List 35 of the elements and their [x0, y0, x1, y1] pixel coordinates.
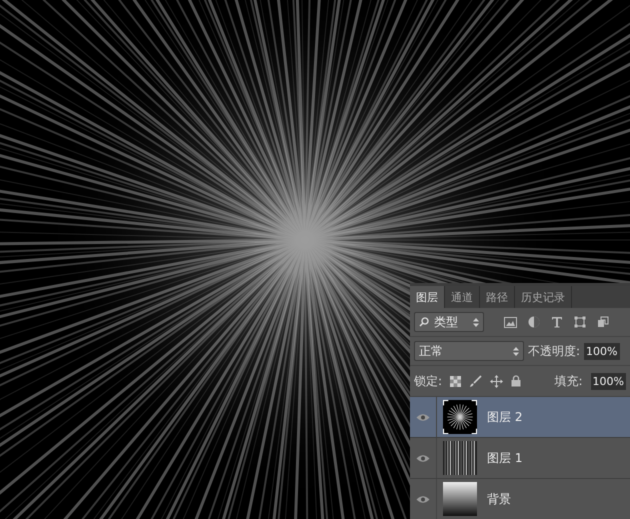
layer-row[interactable]: 图层 2 [410, 397, 630, 438]
filter-dropdown[interactable]: 类型 [414, 312, 484, 332]
panel-tab[interactable]: 通道 [445, 286, 480, 308]
opacity-label: 不透明度: [528, 342, 580, 360]
up-down-caret-icon [513, 346, 519, 356]
move-icon[interactable] [490, 374, 504, 388]
search-icon [419, 317, 429, 327]
panel-tab[interactable]: 路径 [480, 286, 515, 308]
eye-icon[interactable] [416, 454, 430, 462]
eye-icon[interactable] [416, 412, 430, 422]
layer-row[interactable]: 图层 1 [410, 438, 630, 479]
starburst-thumbnail [443, 400, 477, 434]
smart-object-filter-icon[interactable] [597, 316, 609, 328]
fill-label: 填充: [554, 372, 583, 390]
lock-pixels-icon[interactable] [450, 376, 462, 386]
lock-icon[interactable] [511, 375, 522, 387]
layer-name: 图层 1 [487, 450, 522, 466]
up-down-caret-icon [473, 318, 479, 326]
text-filter-icon[interactable] [551, 316, 563, 328]
layer-name: 背景 [487, 490, 511, 508]
image-filter-icon[interactable] [504, 316, 517, 328]
panel-tab[interactable]: 历史记录 [515, 286, 572, 308]
layer-name: 图层 2 [487, 408, 522, 426]
lock-label: 锁定: [414, 372, 442, 390]
gradient-thumbnail [443, 482, 477, 516]
adjustment-filter-icon[interactable] [528, 316, 540, 328]
fill-field[interactable]: 100% [590, 372, 626, 390]
eye-icon[interactable] [416, 494, 430, 504]
streaks-thumbnail [443, 441, 477, 475]
shape-filter-icon[interactable] [574, 316, 586, 328]
brush-icon[interactable] [469, 374, 482, 388]
opacity-field[interactable]: 100% [584, 342, 620, 360]
blend-mode-dropdown[interactable]: 正常 [414, 341, 524, 361]
panel-tab[interactable]: 图层 [410, 286, 445, 308]
layer-row[interactable]: 背景 [410, 479, 630, 519]
